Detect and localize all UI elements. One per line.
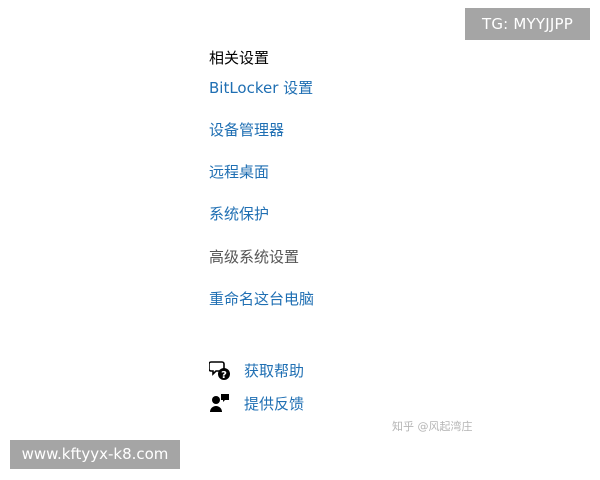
advanced-system-settings-link[interactable]: 高级系统设置 xyxy=(209,246,299,267)
bitlocker-settings-link[interactable]: BitLocker 设置 xyxy=(209,77,313,98)
help-chat-icon: ? xyxy=(208,359,231,381)
svg-text:?: ? xyxy=(221,370,227,381)
get-help-label[interactable]: 获取帮助 xyxy=(244,360,304,381)
zhihu-watermark: 知乎 @风起湾庄 xyxy=(392,420,473,433)
remote-desktop-link[interactable]: 远程桌面 xyxy=(209,161,269,182)
related-settings-title: 相关设置 xyxy=(209,49,270,67)
feedback-person-icon xyxy=(209,392,231,414)
give-feedback-label[interactable]: 提供反馈 xyxy=(244,393,304,414)
rename-this-pc-link[interactable]: 重命名这台电脑 xyxy=(209,288,314,309)
get-help-row[interactable]: ? 获取帮助 xyxy=(208,358,304,382)
tg-overlay-badge: TG: MYYJJPP xyxy=(465,8,590,40)
give-feedback-row[interactable]: 提供反馈 xyxy=(209,391,304,415)
site-url-overlay: www.kftyyx-k8.com xyxy=(10,440,180,469)
device-manager-link[interactable]: 设备管理器 xyxy=(209,119,284,140)
system-protection-link[interactable]: 系统保护 xyxy=(209,203,269,224)
